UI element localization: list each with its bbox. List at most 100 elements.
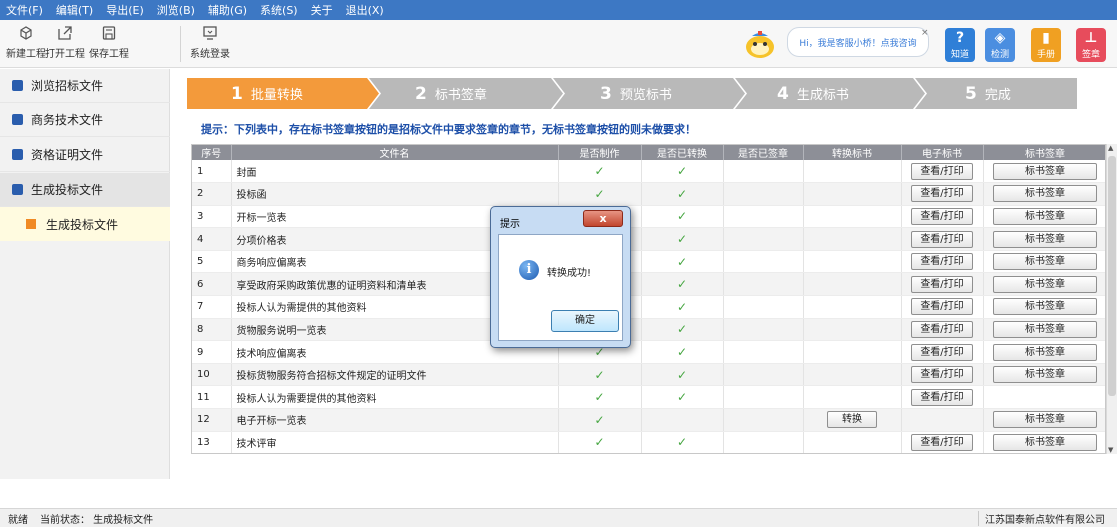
view-print-button[interactable]: 查看/打印 [911,207,973,225]
view-print-button[interactable]: 查看/打印 [911,253,973,271]
view-print-button[interactable]: 查看/打印 [911,162,973,180]
view-print-button[interactable]: 查看/打印 [911,366,973,384]
menu-assist[interactable]: 辅助(G) [208,2,247,18]
check-label: 检测 [990,50,1009,60]
scrollbar-thumb[interactable] [1108,156,1116,396]
manual-button[interactable]: ▮ 手册 [1031,28,1061,62]
row-signed [723,250,804,274]
menu-export[interactable]: 导出(E) [106,2,144,18]
sidebar-item-browse-tender[interactable]: 浏览招标文件 [0,69,170,103]
row-converted: ✓ [641,205,724,229]
sign-button[interactable]: 标书签章 [993,207,1097,225]
header-made: 是否制作 [558,145,642,160]
row-filename: 封面 [231,160,559,184]
row-filename: 投标人认为需要提供的其他资料 [231,385,559,410]
convert-button[interactable]: 转换 [827,411,877,429]
view-print-button[interactable]: 查看/打印 [911,275,973,293]
row-index: 10 [192,363,232,387]
row-sign: 标书签章 [983,160,1105,184]
sign-button[interactable]: 标书签章 [993,230,1097,248]
status-bar: 就绪 当前状态： 生成投标文件 江苏国泰新点软件有限公司 [0,508,1117,527]
menu-bar: 文件(F) 编辑(T) 导出(E) 浏览(B) 辅助(G) 系统(S) 关于 退… [0,0,1117,20]
menu-file[interactable]: 文件(F) [6,2,43,18]
document-icon [12,184,23,195]
table-scrollbar[interactable]: ▲ ▼ [1106,144,1117,454]
sign-button[interactable]: 标书签章 [993,253,1097,271]
manual-icon: ▮ [1042,30,1050,46]
view-print-button[interactable]: 查看/打印 [911,230,973,248]
sign-button[interactable]: 标书签章 [993,411,1097,429]
header-ebid: 电子标书 [901,145,984,160]
row-convert [803,272,902,297]
row-ebid: 查看/打印 [901,250,984,274]
sidebar-item-qualification[interactable]: 资格证明文件 [0,138,170,172]
sign-button[interactable]: 标书签章 [993,275,1097,293]
menu-about[interactable]: 关于 [311,2,333,18]
row-convert [803,205,902,229]
zhidao-icon: ? [955,30,965,46]
scroll-down-icon[interactable]: ▼ [1108,446,1113,454]
sign-button[interactable]: 标书签章 [993,298,1097,316]
row-signed [723,385,804,410]
step-2: 2 标书签章 [415,78,487,109]
row-convert [803,160,902,184]
open-project-label: 打开工程 [45,49,85,60]
sign-button[interactable]: 标书签章 [993,433,1097,451]
check-button[interactable]: ◈ 检测 [985,28,1015,62]
signature-button[interactable]: ⊥ 签章 [1076,28,1106,62]
row-convert [803,250,902,274]
row-made: ✓ [558,363,642,387]
table-row: 13 技术评审 ✓ ✓ 查看/打印 标书签章 [192,431,1105,453]
save-project-button[interactable]: 保存工程 [89,24,129,60]
view-print-button[interactable]: 查看/打印 [911,388,973,406]
eye-icon [12,80,23,91]
bubble-close-icon[interactable]: × [921,28,929,38]
menu-system[interactable]: 系统(S) [260,2,298,18]
dialog-close-button[interactable]: x [583,210,623,227]
step-label: 完成 [984,88,1011,103]
edit-icon [12,114,23,125]
assistant-mascot-icon[interactable] [741,28,779,62]
row-converted: ✓ [641,272,724,297]
sign-button[interactable]: 标书签章 [993,185,1097,203]
sidebar-item-business-tech[interactable]: 商务技术文件 [0,103,170,137]
check-icon: ✓ [676,254,688,269]
menu-exit[interactable]: 退出(X) [346,2,384,18]
view-print-button[interactable]: 查看/打印 [911,343,973,361]
sidebar-subitem-generate-bid[interactable]: 生成投标文件 [0,207,170,241]
scroll-up-icon[interactable]: ▲ [1108,144,1113,152]
new-project-button[interactable]: 新建工程 [6,24,46,60]
row-sign: 标书签章 [983,408,1105,432]
save-project-label: 保存工程 [89,49,129,60]
sign-button[interactable]: 标书签章 [993,162,1097,180]
view-print-button[interactable]: 查看/打印 [911,433,973,451]
system-login-button[interactable]: 系统登录 [190,24,230,60]
check-icon: ✓ [676,232,688,247]
view-print-button[interactable]: 查看/打印 [911,185,973,203]
header-filename: 文件名 [231,145,559,160]
row-sign [983,385,1105,410]
sidebar-item-label: 生成投标文件 [31,183,104,197]
row-convert [803,182,902,206]
view-print-button[interactable]: 查看/打印 [911,320,973,338]
row-sign: 标书签章 [983,227,1105,251]
sign-button[interactable]: 标书签章 [993,366,1097,384]
row-convert: 转换 [803,408,902,432]
dialog-ok-button[interactable]: 确定 [551,310,619,332]
menu-edit[interactable]: 编辑(T) [56,2,93,18]
assistant-bubble[interactable]: Hi，我是客服小桥！点我咨询 [787,27,929,57]
save-icon [100,24,118,42]
row-convert [803,318,902,342]
sidebar-item-generate-bid[interactable]: 生成投标文件 [0,173,170,207]
step-label: 生成标书 [796,88,849,103]
table-row: 9 技术响应偏离表 ✓ ✓ 查看/打印 标书签章 [192,340,1105,364]
open-project-button[interactable]: 打开工程 [45,24,85,60]
sign-button[interactable]: 标书签章 [993,343,1097,361]
row-index: 8 [192,318,232,342]
sign-button[interactable]: 标书签章 [993,320,1097,338]
view-print-button[interactable]: 查看/打印 [911,298,973,316]
row-filename: 投标货物服务符合招标文件规定的证明文件 [231,363,559,387]
menu-browse[interactable]: 浏览(B) [157,2,195,18]
zhidao-button[interactable]: ? 知道 [945,28,975,62]
row-made: ✓ [558,431,642,453]
